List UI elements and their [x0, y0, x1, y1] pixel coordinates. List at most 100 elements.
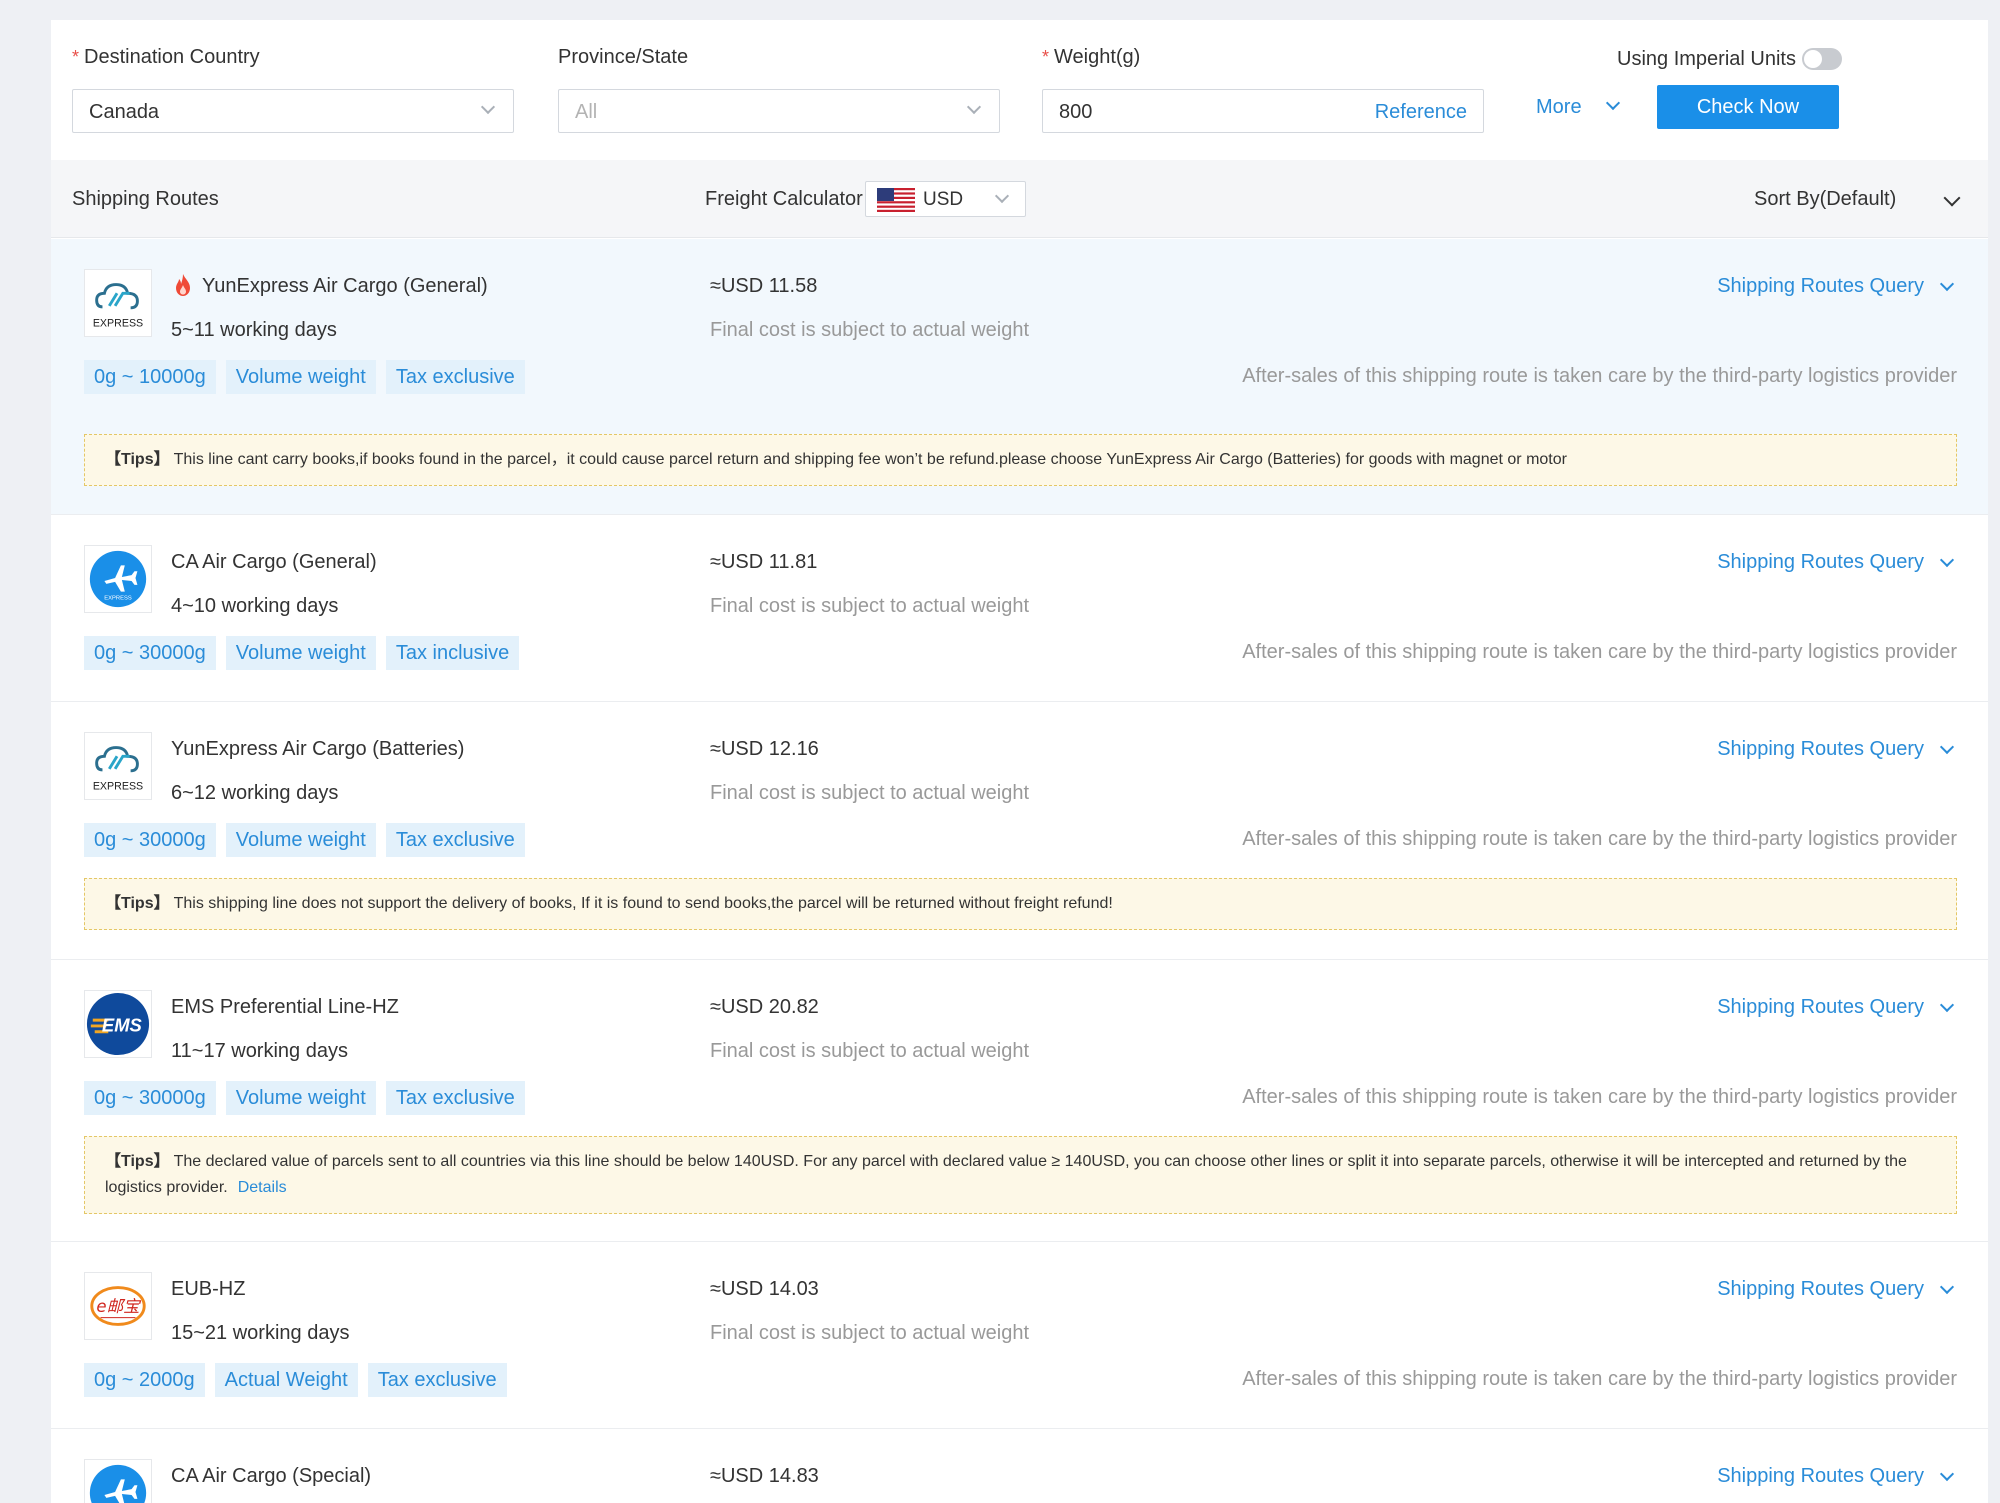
weight-label: * Weight(g) [1042, 46, 1140, 69]
shipping-routes-query-link[interactable]: Shipping Routes Query [1717, 275, 1924, 298]
chevron-down-icon [1939, 552, 1955, 568]
tips-text: This shipping line does not support the … [173, 895, 1113, 912]
route-price: ≈USD 11.58 [710, 275, 818, 297]
province-label: Province/State [558, 46, 689, 68]
filter-bar: * Destination Country Canada Province/Sta… [51, 20, 1988, 160]
after-sales-note: After-sales of this shipping route is ta… [1242, 365, 1957, 387]
reference-link[interactable]: Reference [1375, 101, 1467, 124]
route-price: ≈USD 12.16 [710, 738, 819, 760]
chevron-down-icon [1939, 997, 1955, 1013]
shipping-routes-query-link[interactable]: Shipping Routes Query [1717, 1278, 1924, 1301]
delivery-days: 6~12 working days [171, 782, 339, 804]
shipping-routes-query-link[interactable]: Shipping Routes Query [1717, 551, 1924, 574]
after-sales-note: After-sales of this shipping route is ta… [1242, 641, 1957, 663]
destination-label-text: Destination Country [84, 46, 260, 68]
chevron-down-icon [1939, 276, 1955, 292]
svg-text:EXPRESS: EXPRESS [93, 780, 143, 792]
route-name: CA Air Cargo (General) [171, 551, 377, 573]
route-tag: 0g ~ 30000g [84, 823, 216, 857]
route-price: ≈USD 20.82 [710, 996, 819, 1018]
route-tag: 0g ~ 30000g [84, 1081, 216, 1115]
chevron-down-icon [1939, 739, 1955, 755]
required-mark: * [1042, 47, 1050, 67]
imperial-units-label: Using Imperial Units [1617, 48, 1796, 70]
eub-logo: e邮宝 [84, 1272, 152, 1340]
shipping-routes-title: Shipping Routes [72, 188, 219, 210]
routes-header: Shipping Routes Freight Calculator USD S… [51, 160, 1988, 238]
yunexpress-logo: EXPRESS [84, 269, 152, 337]
chevron-down-icon [1943, 189, 1961, 207]
route-tag: 0g ~ 2000g [84, 1363, 205, 1397]
more-label: More [1536, 96, 1582, 118]
after-sales-note: After-sales of this shipping route is ta… [1242, 1368, 1957, 1390]
route-tag: 0g ~ 30000g [84, 636, 216, 670]
details-link[interactable]: Details [238, 1179, 287, 1196]
destination-select[interactable]: Canada [72, 89, 514, 133]
chevron-down-icon [966, 99, 982, 115]
tips-label: 【Tips】 [105, 1153, 170, 1170]
tips-text: The declared value of parcels sent to al… [105, 1153, 1907, 1196]
price-note: Final cost is subject to actual weight [710, 595, 1030, 617]
delivery-days: 15~21 working days [171, 1322, 350, 1344]
route-tags: 0g ~ 10000g Volume weight Tax exclusive [84, 360, 525, 394]
currency-value: USD [923, 189, 964, 210]
ca-air-logo: EXPRESS [84, 545, 152, 613]
chevron-down-icon [480, 99, 496, 115]
price-note: Final cost is subject to actual weight [710, 319, 1030, 341]
sort-value: Sort By(Default) [1754, 188, 1897, 210]
route-tag: 0g ~ 10000g [84, 360, 216, 394]
check-now-button[interactable]: Check Now [1657, 85, 1839, 129]
price-note: Final cost is subject to actual weight [710, 1322, 1030, 1344]
svg-text:EMS: EMS [102, 1015, 143, 1036]
ca-air-logo: EXPRESS [84, 1459, 152, 1503]
route-name: YunExpress Air Cargo (General) [202, 275, 488, 297]
ems-logo: EMS [84, 990, 152, 1058]
destination-label: * Destination Country [72, 46, 260, 69]
route-name: CA Air Cargo (Special) [171, 1465, 372, 1487]
province-placeholder: All [575, 101, 598, 123]
weight-input[interactable]: 800 Reference [1042, 89, 1484, 133]
more-filters-link[interactable]: More [1536, 95, 1621, 119]
shipping-calculator-panel: * Destination Country Canada Province/Sta… [51, 20, 1988, 1503]
route-tag: Tax inclusive [385, 636, 520, 670]
price-note: Final cost is subject to actual weight [710, 782, 1030, 804]
route-tag: Tax exclusive [385, 1081, 525, 1115]
svg-text:e邮宝: e邮宝 [96, 1297, 142, 1316]
currency-select[interactable]: USD [865, 181, 1026, 217]
after-sales-note: After-sales of this shipping route is ta… [1242, 1086, 1957, 1108]
imperial-units-toggle[interactable] [1802, 48, 1842, 70]
after-sales-note: After-sales of this shipping route is ta… [1242, 828, 1957, 850]
route-price: ≈USD 14.83 [710, 1465, 819, 1487]
route-card: 【Tips】 This line cant carry books,if book… [51, 239, 1988, 515]
shipping-routes-query-link[interactable]: Shipping Routes Query [1717, 996, 1924, 1019]
delivery-days: 11~17 working days [171, 1040, 348, 1062]
us-flag-icon [877, 188, 915, 212]
svg-text:EXPRESS: EXPRESS [93, 317, 143, 329]
route-card: 【Tips】 This shipping line does not suppor… [51, 702, 1988, 960]
shipping-routes-query-link[interactable]: Shipping Routes Query [1717, 1465, 1924, 1488]
province-select[interactable]: All [558, 89, 1000, 133]
route-card: 【Tips】 The declared value of parcels sent… [51, 960, 1988, 1242]
route-name: YunExpress Air Cargo (Batteries) [171, 738, 465, 760]
route-tag: Tax exclusive [385, 360, 525, 394]
destination-value: Canada [89, 101, 160, 123]
route-name: EUB-HZ [171, 1278, 246, 1300]
route-tags: 0g ~ 30000g Volume weight Tax exclusive [84, 823, 525, 857]
delivery-days: 5~11 working days [171, 319, 337, 341]
tips-box: 【Tips】 The declared value of parcels sent… [84, 1136, 1957, 1214]
sort-select[interactable]: Sort By(Default) [1754, 188, 1974, 214]
route-tag: Actual Weight [214, 1363, 358, 1397]
chevron-down-icon [1939, 1466, 1955, 1482]
route-card: EXPRESS CA Air Cargo (General) 4~10 workin… [51, 515, 1988, 702]
shipping-routes-query-link[interactable]: Shipping Routes Query [1717, 738, 1924, 761]
weight-value: 800 [1059, 101, 1093, 123]
price-note: Final cost is subject to actual weight [710, 1040, 1030, 1062]
route-tag: Volume weight [225, 636, 376, 670]
yunexpress-logo: EXPRESS [84, 732, 152, 800]
tips-label: 【Tips】 [105, 451, 170, 468]
route-card: e邮宝 EUB-HZ 15~21 working days ≈USD 14.03 Fin… [51, 1242, 1988, 1429]
tips-box: 【Tips】 This shipping line does not suppor… [84, 878, 1957, 930]
weight-label-text: Weight(g) [1054, 46, 1141, 68]
toggle-knob [1804, 50, 1822, 68]
freight-calculator-label: Freight Calculator [705, 188, 863, 210]
